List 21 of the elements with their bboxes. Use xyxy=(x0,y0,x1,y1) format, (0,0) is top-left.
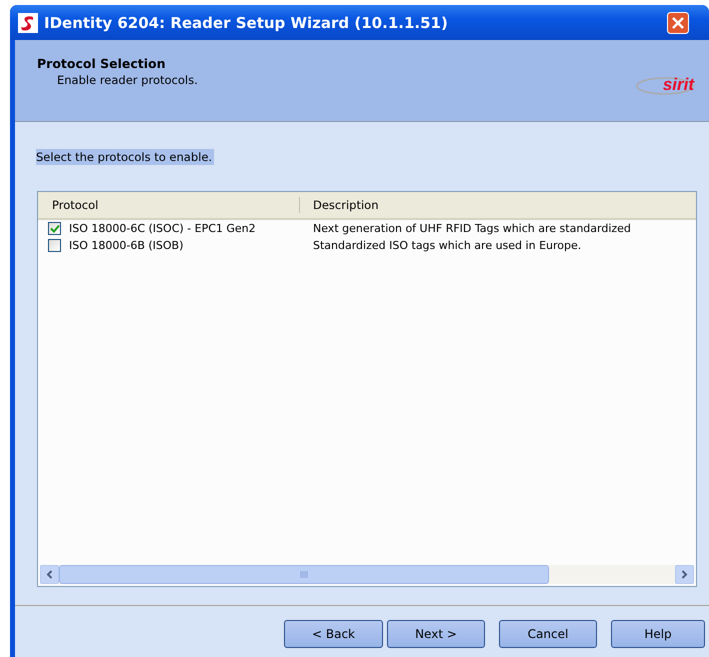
checkbox[interactable] xyxy=(48,222,61,235)
scroll-right-icon[interactable] xyxy=(681,570,688,579)
page-title: Protocol Selection xyxy=(37,56,167,71)
column-header[interactable]: Description xyxy=(313,198,378,212)
protocol-description: Standardized ISO tags which are used in Europe. xyxy=(312,239,582,252)
wizard-button[interactable]: Next > xyxy=(387,620,485,648)
wizard-button[interactable]: Help xyxy=(611,620,705,648)
protocol-name: ISO 18000-6B (ISOB) xyxy=(69,239,184,252)
grip-icon xyxy=(300,571,308,578)
protocol-description: Next generation of UHF RFID Tags which are standardized xyxy=(312,222,631,235)
wizard-button[interactable]: < Back xyxy=(284,620,383,648)
protocol-name: ISO 18000-6C (ISOC) - EPC1 Gen2 xyxy=(69,222,257,235)
page-subtitle: Enable reader protocols. xyxy=(56,73,198,87)
column-header[interactable]: Protocol xyxy=(52,198,98,212)
window-title: IDentity 6204: Reader Setup Wizard (10.1.1.51) xyxy=(44,14,448,32)
checkbox[interactable] xyxy=(48,239,61,252)
wizard-button[interactable]: Cancel xyxy=(499,620,597,648)
scroll-left-icon[interactable] xyxy=(46,570,53,579)
close-icon[interactable] xyxy=(667,12,689,34)
instruction-text: Select the protocols to enable. xyxy=(36,149,214,165)
app-logo-icon xyxy=(18,12,38,32)
